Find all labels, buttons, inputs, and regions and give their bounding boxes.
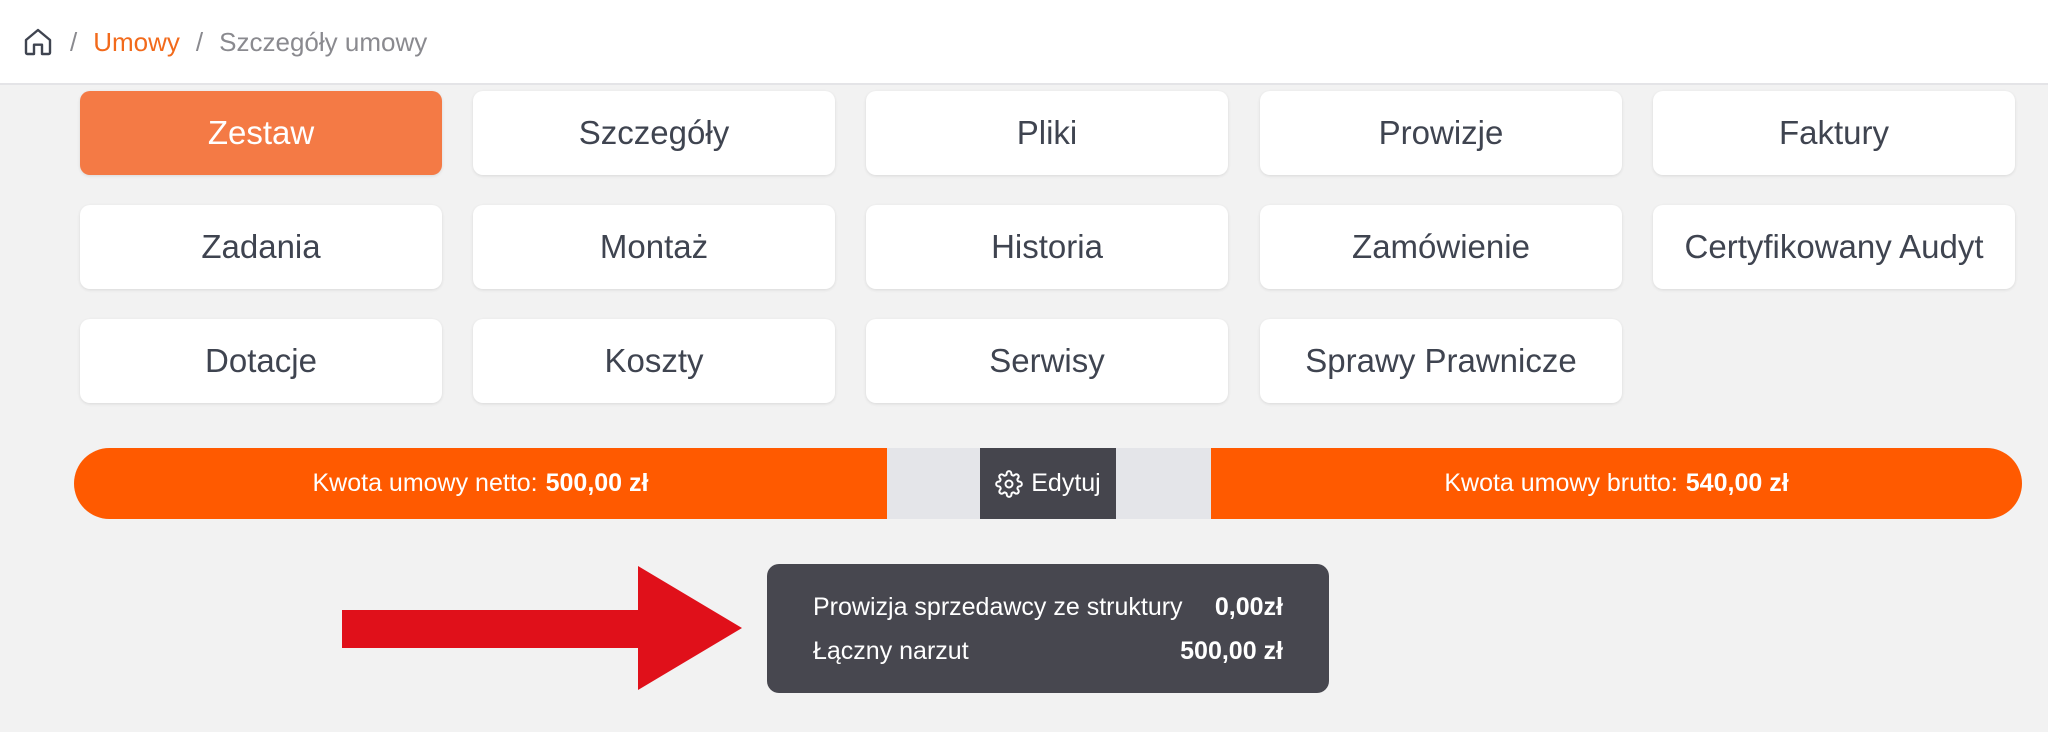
tab-sprawy-prawnicze[interactable]: Sprawy Prawnicze xyxy=(1260,319,1622,403)
gear-icon xyxy=(995,469,1024,498)
tab-pliki[interactable]: Pliki xyxy=(866,91,1228,175)
tab-serwisy[interactable]: Serwisy xyxy=(866,319,1228,403)
gross-amount: Kwota umowy brutto: 540,00 zł xyxy=(1211,448,2022,519)
tooltip-row-total-markup: Łączny narzut 500,00 zł xyxy=(813,634,1283,668)
gross-amount-value: 540,00 zł xyxy=(1685,469,1789,497)
breadcrumb-separator: / xyxy=(195,26,204,57)
tooltip-value: 0,00zł xyxy=(1214,592,1283,621)
tab-prowizje[interactable]: Prowizje xyxy=(1260,91,1622,175)
breadcrumb-current: Szczegóły umowy xyxy=(219,26,428,57)
tab-dotacje[interactable]: Dotacje xyxy=(80,319,442,403)
tooltip-row-seller-commission: Prowizja sprzedawcy ze struktury 0,00zł xyxy=(813,590,1283,624)
contract-amount-bar: Kwota umowy netto: 500,00 zł Edytuj Kwot… xyxy=(74,448,2022,519)
breadcrumb: / Umowy / Szczegóły umowy xyxy=(22,24,427,60)
home-icon[interactable] xyxy=(22,26,54,58)
tab-zadania[interactable]: Zadania xyxy=(80,205,442,289)
breadcrumb-link-umowy[interactable]: Umowy xyxy=(93,27,180,58)
tab-koszty[interactable]: Koszty xyxy=(473,319,835,403)
net-amount-value: 500,00 zł xyxy=(545,469,649,497)
tab-faktury[interactable]: Faktury xyxy=(1653,91,2015,175)
gross-amount-label: Kwota umowy brutto: xyxy=(1444,469,1678,497)
annotation-arrow xyxy=(342,566,742,690)
tooltip-value: 500,00 zł xyxy=(1180,636,1283,665)
edit-button-label: Edytuj xyxy=(1031,469,1101,497)
edit-button[interactable]: Edytuj xyxy=(980,448,1116,519)
tab-szczegoly[interactable]: Szczegóły xyxy=(473,91,835,175)
tooltip-label: Łączny narzut xyxy=(813,636,969,665)
tab-zamowienie[interactable]: Zamówienie xyxy=(1260,205,1622,289)
tab-zestaw[interactable]: Zestaw xyxy=(80,91,442,175)
tab-historia[interactable]: Historia xyxy=(866,205,1228,289)
breadcrumb-separator: / xyxy=(70,26,78,57)
net-amount-label: Kwota umowy netto: xyxy=(312,469,538,497)
net-amount: Kwota umowy netto: 500,00 zł xyxy=(74,448,887,519)
tab-certyfikowany-audyt[interactable]: Certyfikowany Audyt xyxy=(1653,205,2015,289)
tab-montaz[interactable]: Montaż xyxy=(473,205,835,289)
tooltip-label: Prowizja sprzedawcy ze struktury xyxy=(813,592,1183,621)
commission-tooltip: Prowizja sprzedawcy ze struktury 0,00zł … xyxy=(767,564,1329,693)
top-bar: / Umowy / Szczegóły umowy xyxy=(0,0,2048,85)
